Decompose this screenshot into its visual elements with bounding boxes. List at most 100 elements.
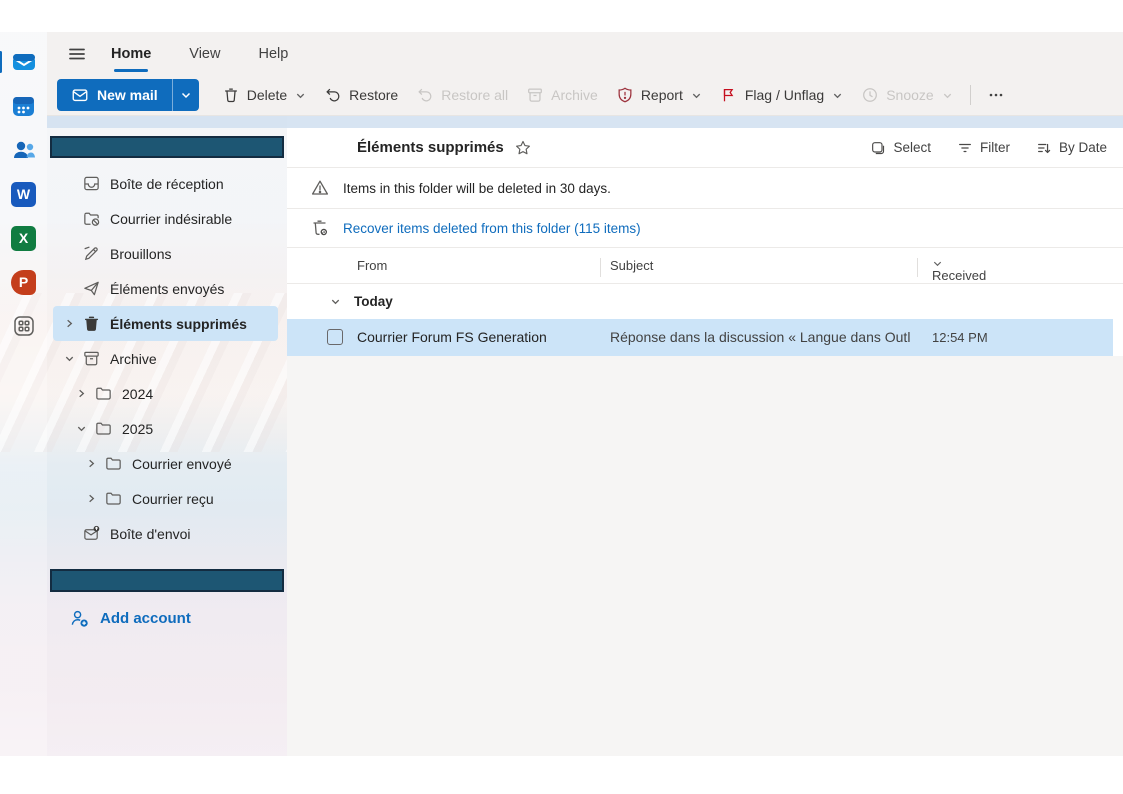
chevron-down-icon bbox=[691, 90, 702, 101]
column-headers: From Subject Received bbox=[287, 247, 1123, 284]
folder-sent[interactable]: Éléments envoyés bbox=[53, 271, 278, 306]
word-icon: W bbox=[11, 181, 36, 207]
trash-icon bbox=[81, 314, 101, 333]
folder-courrier-recu[interactable]: Courrier reçu bbox=[53, 481, 278, 516]
excel-icon: X bbox=[11, 225, 36, 251]
expand-chevron-icon[interactable] bbox=[75, 388, 87, 399]
restore-all-label: Restore all bbox=[441, 87, 509, 103]
folder-junk[interactable]: Courrier indésirable bbox=[53, 201, 278, 236]
ribbon-tab-band: Home View Help bbox=[47, 32, 1123, 75]
people-icon bbox=[11, 137, 37, 163]
retention-banner: Items in this folder will be deleted in … bbox=[287, 167, 1123, 208]
expand-chevron-icon[interactable] bbox=[63, 318, 75, 329]
ribbon-tabs: Home View Help bbox=[111, 32, 288, 75]
folder-inbox[interactable]: Boîte de réception bbox=[53, 166, 278, 201]
folder-courrier-envoye[interactable]: Courrier envoyé bbox=[53, 446, 278, 481]
chevron-down-icon bbox=[295, 90, 306, 101]
tab-view[interactable]: View bbox=[189, 32, 220, 75]
rail-item-outlook[interactable] bbox=[0, 48, 38, 76]
group-label: Today bbox=[354, 294, 393, 309]
chevron-down-icon bbox=[832, 90, 843, 101]
outbox-icon bbox=[81, 524, 101, 543]
undo-icon bbox=[324, 86, 342, 104]
folder-label: Boîte d'envoi bbox=[110, 525, 191, 542]
select-icon bbox=[870, 140, 886, 156]
column-received[interactable]: Received bbox=[932, 258, 986, 283]
sort-label: By Date bbox=[1058, 140, 1107, 155]
collapse-chevron-icon[interactable] bbox=[75, 423, 87, 434]
tab-help[interactable]: Help bbox=[258, 32, 288, 75]
rail-item-calendar[interactable] bbox=[10, 92, 38, 120]
new-mail-dropdown-button[interactable] bbox=[171, 79, 199, 111]
column-from[interactable]: From bbox=[357, 258, 387, 273]
folder-deleted-items[interactable]: Éléments supprimés bbox=[53, 306, 278, 341]
folder-label: 2024 bbox=[122, 385, 154, 402]
select-label: Select bbox=[893, 140, 931, 155]
report-label: Report bbox=[640, 87, 683, 103]
chevron-down-icon bbox=[942, 90, 953, 101]
delete-button[interactable]: Delete bbox=[213, 79, 315, 111]
inbox-icon bbox=[81, 174, 101, 193]
folder-outbox[interactable]: Boîte d'envoi bbox=[53, 516, 278, 551]
folder-2025[interactable]: 2025 bbox=[53, 411, 278, 446]
expand-chevron-icon[interactable] bbox=[85, 493, 97, 504]
report-button[interactable]: Report bbox=[607, 79, 711, 111]
column-divider[interactable] bbox=[917, 258, 918, 277]
rail-item-word[interactable]: W bbox=[10, 180, 38, 208]
favorite-star-icon[interactable] bbox=[514, 139, 532, 157]
select-button[interactable]: Select bbox=[870, 140, 931, 156]
folder-drafts[interactable]: Brouillons bbox=[53, 236, 278, 271]
folder-label: Courrier reçu bbox=[132, 490, 214, 507]
column-subject[interactable]: Subject bbox=[610, 258, 653, 273]
new-mail-split-button: New mail bbox=[57, 79, 199, 111]
add-account-button[interactable]: Add account bbox=[69, 608, 191, 629]
flag-unflag-button[interactable]: Flag / Unflag bbox=[711, 79, 852, 111]
sort-icon bbox=[1036, 140, 1052, 156]
archive-icon bbox=[526, 86, 544, 104]
folder-icon bbox=[103, 454, 123, 473]
new-mail-label: New mail bbox=[97, 87, 158, 103]
message-from: Courrier Forum FS Generation bbox=[357, 329, 547, 345]
collapse-chevron-icon[interactable] bbox=[63, 353, 75, 364]
folder-sidebar: Boîte de réception Courrier indésirable bbox=[47, 128, 287, 756]
outlook-mail-icon bbox=[11, 49, 37, 75]
new-mail-button[interactable]: New mail bbox=[57, 79, 172, 111]
folder-archive[interactable]: Archive bbox=[53, 341, 278, 376]
rail-item-excel[interactable]: X bbox=[10, 224, 38, 252]
restore-label: Restore bbox=[349, 87, 399, 103]
collapse-chevron-icon[interactable] bbox=[330, 296, 341, 307]
folder-label: Brouillons bbox=[110, 245, 172, 262]
more-commands-button[interactable] bbox=[979, 79, 1013, 111]
folder-label: Courrier envoyé bbox=[132, 455, 232, 472]
ellipsis-icon bbox=[988, 87, 1004, 103]
hamburger-menu-button[interactable] bbox=[65, 42, 89, 66]
group-header-today[interactable]: Today bbox=[287, 284, 1123, 319]
folder-title: Éléments supprimés bbox=[357, 139, 504, 156]
ribbon-toolbar: New mail Delete Restore Restore all Arch… bbox=[47, 75, 1123, 116]
folder-2024[interactable]: 2024 bbox=[53, 376, 278, 411]
tab-home[interactable]: Home bbox=[111, 32, 151, 75]
rail-item-people[interactable] bbox=[10, 136, 38, 164]
filter-button[interactable]: Filter bbox=[957, 140, 1010, 156]
pane-gap bbox=[47, 116, 1123, 128]
snooze-button[interactable]: Snooze bbox=[852, 79, 961, 111]
message-checkbox[interactable] bbox=[327, 329, 343, 345]
folder-icon bbox=[93, 384, 113, 403]
person-add-icon bbox=[69, 608, 90, 629]
folder-label: Archive bbox=[110, 350, 157, 367]
archive-label: Archive bbox=[551, 87, 598, 103]
calendar-icon bbox=[11, 94, 36, 119]
rail-item-app-launcher[interactable] bbox=[10, 312, 38, 340]
folder-tree: Boîte de réception Courrier indésirable bbox=[47, 166, 287, 551]
archive-button[interactable]: Archive bbox=[517, 79, 607, 111]
message-row[interactable]: Courrier Forum FS Generation Réponse dan… bbox=[287, 319, 1113, 356]
column-divider[interactable] bbox=[600, 258, 601, 277]
sort-by-date-button[interactable]: By Date bbox=[1036, 140, 1107, 156]
rail-item-powerpoint[interactable]: P bbox=[10, 268, 38, 296]
add-account-label: Add account bbox=[100, 610, 191, 627]
recover-items-link[interactable]: Recover items deleted from this folder (… bbox=[343, 221, 641, 236]
expand-chevron-icon[interactable] bbox=[85, 458, 97, 469]
shield-warning-icon bbox=[616, 86, 634, 104]
restore-all-button[interactable]: Restore all bbox=[407, 79, 517, 111]
restore-button[interactable]: Restore bbox=[315, 79, 407, 111]
